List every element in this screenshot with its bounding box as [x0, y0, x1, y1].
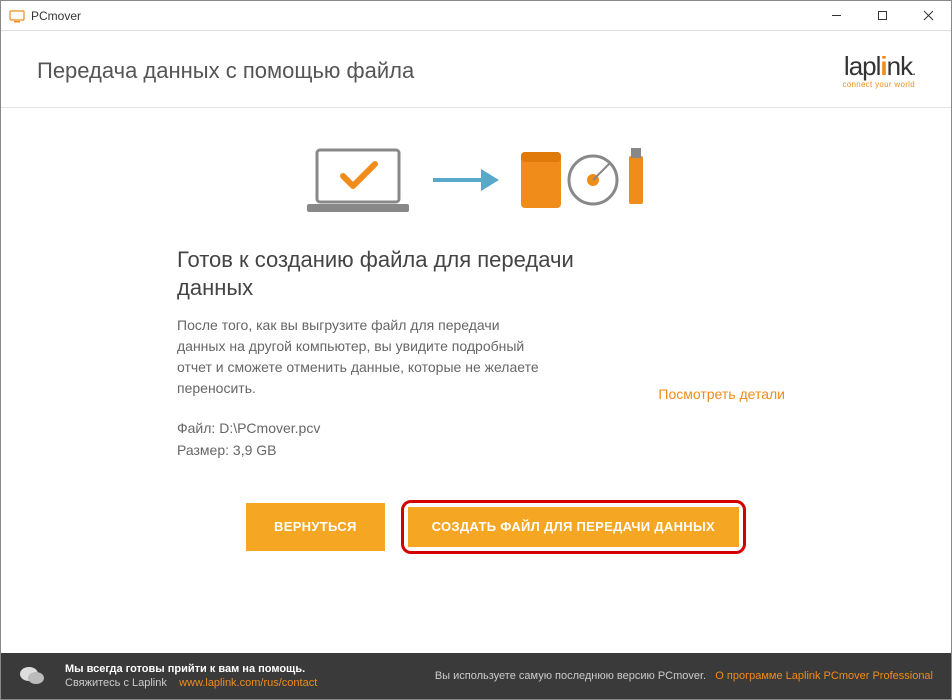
- size-line: Размер: 3,9 GB: [177, 439, 618, 461]
- storage-icons: [519, 144, 649, 216]
- content: Готов к созданию файла для передачи данн…: [1, 108, 951, 654]
- header: Передача данных с помощью файла laplink.…: [1, 31, 951, 108]
- window-controls: [813, 1, 951, 30]
- about-link[interactable]: О программе Laplink PCmover Professional: [715, 670, 933, 682]
- ready-heading: Готов к созданию файла для передачи данн…: [177, 246, 618, 301]
- file-line: Файл: D:\PCmover.pcv: [177, 417, 618, 439]
- help-text: Мы всегда готовы прийти к вам на помощь.: [65, 662, 317, 676]
- minimize-button[interactable]: [813, 1, 859, 30]
- version-text: Вы используете самую последнюю версию PC…: [435, 670, 706, 682]
- laptop-icon: [303, 144, 413, 216]
- app-title: PCmover: [31, 9, 81, 23]
- create-button-highlight: СОЗДАТЬ ФАЙЛ ДЛЯ ПЕРЕДАЧИ ДАННЫХ: [401, 500, 746, 554]
- view-details-link[interactable]: Посмотреть детали: [658, 386, 785, 402]
- page-title: Передача данных с помощью файла: [37, 58, 414, 84]
- arrow-icon: [431, 165, 501, 195]
- contact-link[interactable]: www.laplink.com/rus/contact: [179, 677, 317, 689]
- chat-icon: [19, 665, 45, 687]
- laplink-logo: laplink. connect your world: [842, 53, 915, 89]
- description-text: После того, как вы выгрузите файл для пе…: [177, 315, 547, 399]
- app-icon: [9, 8, 25, 24]
- create-file-button[interactable]: СОЗДАТЬ ФАЙЛ ДЛЯ ПЕРЕДАЧИ ДАННЫХ: [408, 507, 739, 547]
- titlebar: PCmover: [1, 1, 951, 31]
- back-button[interactable]: ВЕРНУТЬСЯ: [246, 503, 385, 551]
- button-row: ВЕРНУТЬСЯ СОЗДАТЬ ФАЙЛ ДЛЯ ПЕРЕДАЧИ ДАНН…: [37, 500, 915, 554]
- transfer-illustration: [37, 144, 915, 216]
- close-button[interactable]: [905, 1, 951, 30]
- footer: Мы всегда готовы прийти к вам на помощь.…: [1, 653, 951, 699]
- maximize-button[interactable]: [859, 1, 905, 30]
